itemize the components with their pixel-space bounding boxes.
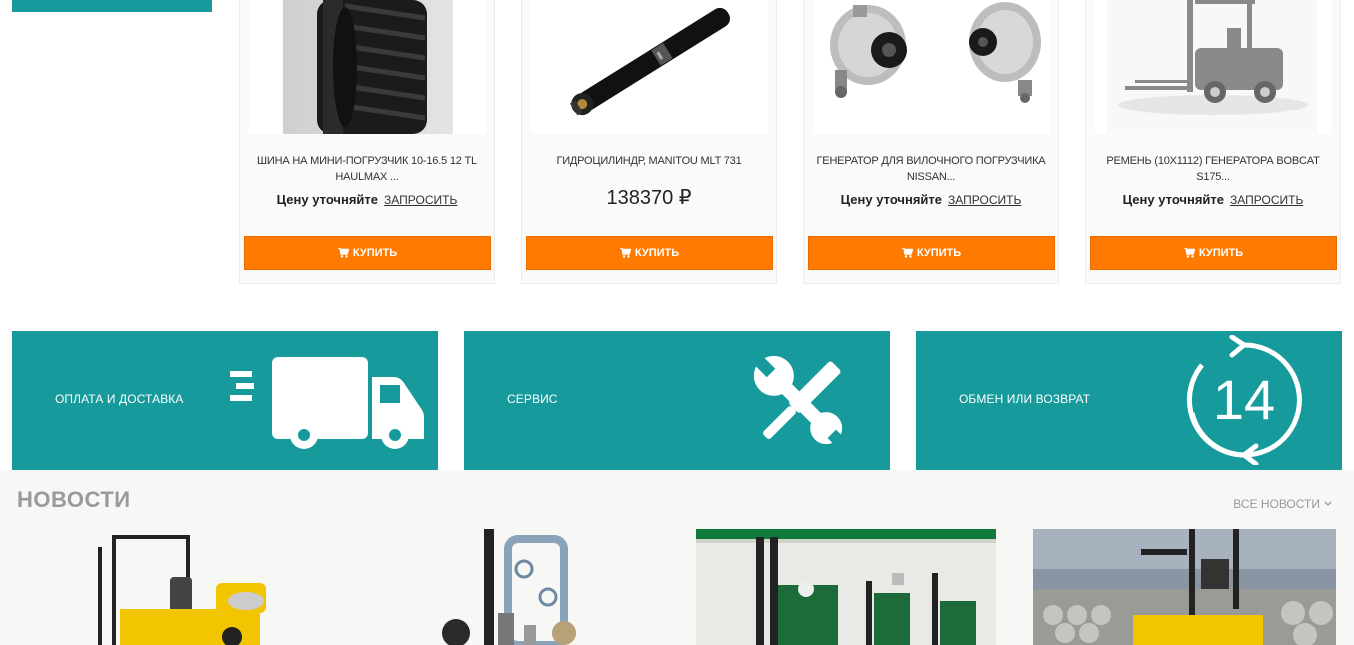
banner-label: ОБМЕН ИЛИ ВОЗВРАТ <box>959 392 1091 406</box>
product-image-hydraulic-cylinder[interactable] <box>531 0 768 134</box>
return-14-icon: 14 <box>1186 335 1302 465</box>
tools-icon <box>753 355 846 448</box>
product-image-forklift-placeholder[interactable] <box>1095 0 1332 134</box>
news-image-1[interactable] <box>20 529 320 645</box>
request-price-link[interactable]: ЗАПРОСИТЬ <box>384 193 457 207</box>
chevron-down-icon <box>1324 501 1332 506</box>
buy-label: КУПИТЬ <box>1198 247 1244 259</box>
price-row: Цену уточняйте ЗАПРОСИТЬ <box>804 192 1058 207</box>
product-card: ГИДРОЦИЛИНДР, MANITOU MLT 731 138370 ₽ К… <box>521 0 777 284</box>
product-grid: ШИНА НА МИНИ-ПОГРУЗЧИК 10-16.5 12 TL HAU… <box>239 0 1341 284</box>
banner-label: СЕРВИС <box>507 392 558 406</box>
product-image-alternators[interactable] <box>813 0 1050 134</box>
news-image-2[interactable] <box>360 529 660 645</box>
request-price-link[interactable]: ЗАПРОСИТЬ <box>948 193 1021 207</box>
product-card: РЕМЕНЬ (10X1112) ГЕНЕРАТОРА BOBCAT S175.… <box>1085 0 1341 284</box>
buy-label: КУПИТЬ <box>916 247 962 259</box>
cart-icon <box>901 248 913 258</box>
all-news-label: ВСЕ НОВОСТИ <box>1233 497 1320 511</box>
buy-button[interactable]: КУПИТЬ <box>1090 236 1337 270</box>
product-card: ГЕНЕРАТОР ДЛЯ ВИЛОЧНОГО ПОГРУЗЧИКА NISSA… <box>803 0 1059 284</box>
news-heading: НОВОСТИ <box>17 487 131 512</box>
product-title[interactable]: ШИНА НА МИНИ-ПОГРУЗЧИК 10-16.5 12 TL HAU… <box>248 153 486 185</box>
buy-button[interactable]: КУПИТЬ <box>244 236 491 270</box>
sidebar-tab[interactable] <box>12 0 212 12</box>
cart-icon <box>1183 248 1195 258</box>
request-price-link[interactable]: ЗАПРОСИТЬ <box>1230 193 1303 207</box>
banner-label: ОПЛАТА И ДОСТАВКА <box>55 392 184 406</box>
price-row: Цену уточняйте ЗАПРОСИТЬ <box>1086 192 1340 207</box>
cart-icon <box>337 248 349 258</box>
buy-button[interactable]: КУПИТЬ <box>526 236 773 270</box>
product-title[interactable]: ГЕНЕРАТОР ДЛЯ ВИЛОЧНОГО ПОГРУЗЧИКА NISSA… <box>812 153 1050 185</box>
buy-button[interactable]: КУПИТЬ <box>808 236 1055 270</box>
product-title[interactable]: ГИДРОЦИЛИНДР, MANITOU MLT 731 <box>530 153 768 169</box>
truck-icon <box>230 357 424 449</box>
banner-service[interactable]: СЕРВИС <box>464 331 890 470</box>
news-section: НОВОСТИ ВСЕ НОВОСТИ <box>0 470 1354 645</box>
info-banners: ОПЛАТА И ДОСТАВКА СЕРВИС ОБМЕН ИЛИ ВОЗВР… <box>12 331 1342 470</box>
cart-icon <box>619 248 631 258</box>
price-label: Цену уточняйте <box>1122 192 1225 207</box>
product-title[interactable]: РЕМЕНЬ (10X1112) ГЕНЕРАТОРА BOBCAT S175.… <box>1094 153 1332 185</box>
buy-label: КУПИТЬ <box>634 247 680 259</box>
all-news-link[interactable]: ВСЕ НОВОСТИ <box>1233 497 1332 511</box>
banner-exchange-return[interactable]: ОБМЕН ИЛИ ВОЗВРАТ 14 <box>916 331 1342 470</box>
product-price: 138370 ₽ <box>606 187 692 209</box>
news-image-3[interactable] <box>696 529 996 645</box>
banner-payment-delivery[interactable]: ОПЛАТА И ДОСТАВКА <box>12 331 438 470</box>
price-row: Цену уточняйте ЗАПРОСИТЬ <box>240 192 494 207</box>
svg-text:14: 14 <box>1213 368 1275 431</box>
price-label: Цену уточняйте <box>276 192 379 207</box>
price-label: Цену уточняйте <box>840 192 943 207</box>
product-image-tire[interactable] <box>249 0 486 134</box>
news-image-4[interactable] <box>1033 529 1336 645</box>
product-card: ШИНА НА МИНИ-ПОГРУЗЧИК 10-16.5 12 TL HAU… <box>239 0 495 284</box>
buy-label: КУПИТЬ <box>352 247 398 259</box>
